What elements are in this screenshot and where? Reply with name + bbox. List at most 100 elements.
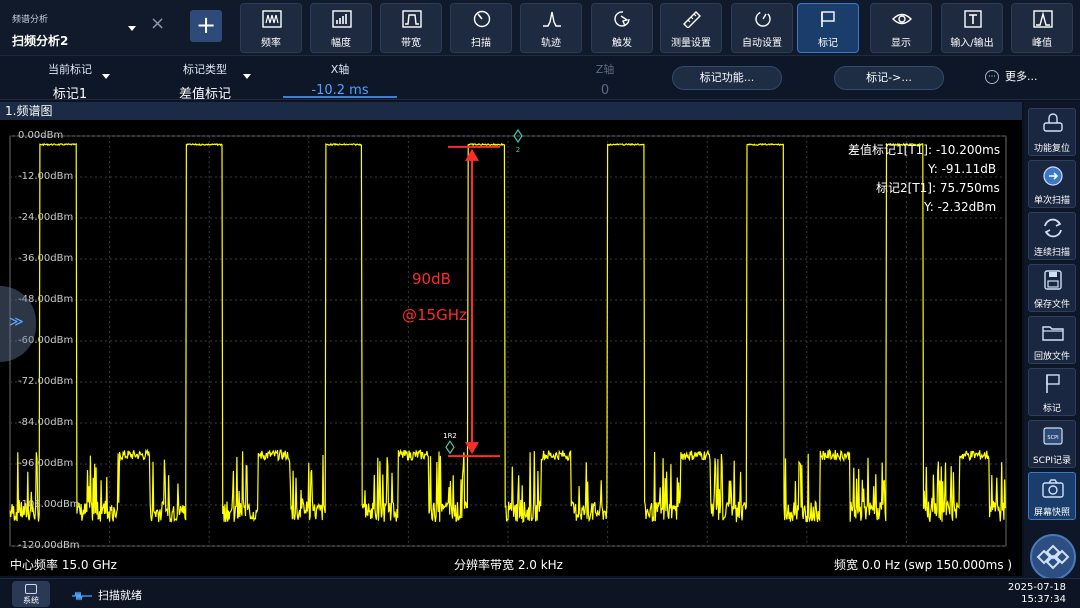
toolbar-button-label: 幅度 xyxy=(331,38,351,49)
system-button[interactable]: 系统 xyxy=(12,581,50,607)
bandwidth-icon xyxy=(402,10,422,28)
waveform-icon xyxy=(72,591,92,601)
toolbar-button-9[interactable]: 标记 xyxy=(797,3,859,53)
toolbar-button-8[interactable]: 自动设置 xyxy=(731,3,793,53)
spectrum-chart-svg: 2 1R2 xyxy=(9,128,1007,547)
system-label: 系统 xyxy=(23,596,39,605)
current-marker-select[interactable]: 当前标记 标记1 xyxy=(0,56,140,102)
sidebar-button-label: SCPI记录 xyxy=(1032,456,1072,466)
toolbar-button-3[interactable]: 带宽 xyxy=(380,3,442,53)
y-tick-label: -96.00dBm xyxy=(18,458,74,469)
sidebar-button-label: 屏幕快照 xyxy=(1033,508,1070,518)
x-axis-field[interactable]: X轴 -10.2 ms xyxy=(275,56,405,100)
top-toolbar: 频谱分析 扫频分析2 × + 频率 幅度 带宽 扫描 轨迹 触发 测量设置 自动设置 标记 显示 输… xyxy=(0,0,1080,56)
system-icon xyxy=(25,584,37,594)
playback-file-icon xyxy=(1042,326,1064,341)
trigger-icon xyxy=(614,11,630,27)
panel-title: 1.频谱图 xyxy=(0,102,1022,120)
document-name: 扫频分析2 xyxy=(12,34,69,48)
marker2-y-readout: Y: -2.32dBm xyxy=(924,200,997,214)
y-tick-label: -84.00dBm xyxy=(18,417,74,428)
quick-menu-button[interactable] xyxy=(1030,534,1076,580)
marker-flag-icon xyxy=(1046,374,1060,393)
function-reset-icon xyxy=(1043,113,1063,132)
amplitude-icon xyxy=(332,10,352,28)
toolbar-button-4[interactable]: 扫描 xyxy=(450,3,512,53)
marker-diamond-1R2 xyxy=(445,440,455,455)
toolbar-button-12[interactable]: 峰值 xyxy=(1011,3,1073,53)
toolbar-button-6[interactable]: 触发 xyxy=(591,3,653,53)
toolbar-button-label: 带宽 xyxy=(401,38,421,49)
y-tick-label: -72.00dBm xyxy=(18,376,74,387)
scan-status: 扫描就绪 xyxy=(72,587,142,603)
marker-type-value: 差值标记 xyxy=(178,87,231,102)
y-tick-label: 0.00dBm xyxy=(18,130,64,141)
frequency-icon xyxy=(262,10,282,28)
sidebar-button-3[interactable]: 连续扫描 xyxy=(1028,212,1076,260)
svg-text:SCPI: SCPI xyxy=(1047,435,1058,441)
delta-marker-readout: 差值标记1[T1]: -10.200ms xyxy=(848,143,1001,157)
z-axis-value: 0 xyxy=(600,83,610,98)
sidebar-button-8[interactable]: 屏幕快照 xyxy=(1028,472,1076,520)
toolbar-button-label: 扫描 xyxy=(471,38,491,49)
marker2-readout: 标记2[T1]: 75.750ms xyxy=(876,181,1000,195)
toolbar-button-1[interactable]: 频率 xyxy=(240,3,302,53)
spectrum-plot[interactable]: 2 1R2 0.00dBm -12.00dBm -24.00dBm -36.00dBm -… xyxy=(0,120,1022,576)
clock-date: 2025-07-18 xyxy=(1007,582,1066,593)
toolbar-button-label: 触发 xyxy=(612,38,632,49)
marker-type-select[interactable]: 标记类型 差值标记 xyxy=(140,56,270,102)
y-tick-label: -24.00dBm xyxy=(18,212,74,223)
sweep-icon xyxy=(473,10,491,28)
quick-menu-icon xyxy=(1036,544,1070,570)
sidebar-button-1[interactable]: 功能复位 xyxy=(1028,108,1076,156)
toolbar-button-5[interactable]: 轨迹 xyxy=(520,3,582,53)
resolution-bandwidth: 分辨率带宽 2.0 kHz xyxy=(454,558,563,572)
document-mode-label: 频谱分析 xyxy=(12,15,49,25)
sidebar-button-label: 单次扫描 xyxy=(1033,196,1070,206)
scan-status-label: 扫描就绪 xyxy=(98,589,142,602)
sidebar-button-5[interactable]: 回放文件 xyxy=(1028,316,1076,364)
delta-annotation-freq: @15GHz xyxy=(402,306,467,324)
sidebar-button-label: 功能复位 xyxy=(1033,144,1070,154)
input-output-icon xyxy=(964,10,982,28)
z-axis-title: Z轴 xyxy=(595,63,615,76)
toolbar-button-11[interactable]: 输入/输出 xyxy=(941,3,1003,53)
sidebar-button-6[interactable]: 标记 xyxy=(1028,368,1076,416)
single-sweep-icon xyxy=(1043,166,1063,186)
current-marker-value: 标记1 xyxy=(52,87,88,102)
document-selector[interactable]: 频谱分析 扫频分析2 xyxy=(4,6,144,50)
sidebar-button-2[interactable]: 单次扫描 xyxy=(1028,160,1076,208)
toolbar-button-2[interactable]: 幅度 xyxy=(310,3,372,53)
close-icon[interactable]: × xyxy=(150,14,165,34)
auto-setup-icon xyxy=(755,11,771,27)
more-button[interactable]: ··· 更多... xyxy=(985,68,1038,84)
delta-marker-y-readout: Y: -91.11dB xyxy=(928,162,997,176)
toolbar-button-label: 显示 xyxy=(891,38,911,49)
current-marker-title: 当前标记 xyxy=(48,63,92,76)
toolbar-button-7[interactable]: 测量设置 xyxy=(660,3,722,53)
sidebar-button-7[interactable]: SCPI SCPI记录 xyxy=(1028,420,1076,468)
clock: 2025-07-18 15:37:34 xyxy=(1008,582,1066,606)
toolbar-button-10[interactable]: 显示 xyxy=(870,3,932,53)
sidebar-button-4[interactable]: 保存文件 xyxy=(1028,264,1076,312)
x-axis-underline xyxy=(283,96,397,98)
toolbar-button-label: 测量设置 xyxy=(671,38,711,49)
clock-time: 15:37:34 xyxy=(1021,594,1066,605)
toolbar-button-label: 频率 xyxy=(261,38,281,49)
annotation-arrow-head-up xyxy=(465,148,479,161)
right-sidebar: 功能复位单次扫描连续扫描保存文件回放文件 标记 SCPI SCPI记录 屏幕快照 xyxy=(1024,102,1080,578)
z-axis-field: Z轴 0 xyxy=(540,56,670,100)
toolbar-button-label: 峰值 xyxy=(1032,38,1052,49)
continuous-sweep-icon xyxy=(1044,218,1062,238)
display-eye-icon xyxy=(892,13,912,25)
chevron-down-icon xyxy=(128,26,136,31)
marker-to-button[interactable]: 标记->... xyxy=(834,66,944,90)
more-icon: ··· xyxy=(985,70,999,84)
peak-icon xyxy=(1033,10,1053,28)
sidebar-button-label: 保存文件 xyxy=(1033,300,1070,310)
more-label: 更多... xyxy=(1005,70,1038,83)
toolbar-button-label: 自动设置 xyxy=(742,38,782,49)
add-document-button[interactable]: + xyxy=(190,10,222,42)
marker-function-button[interactable]: 标记功能... xyxy=(672,66,782,90)
toolbar-button-label: 标记 xyxy=(818,38,838,49)
